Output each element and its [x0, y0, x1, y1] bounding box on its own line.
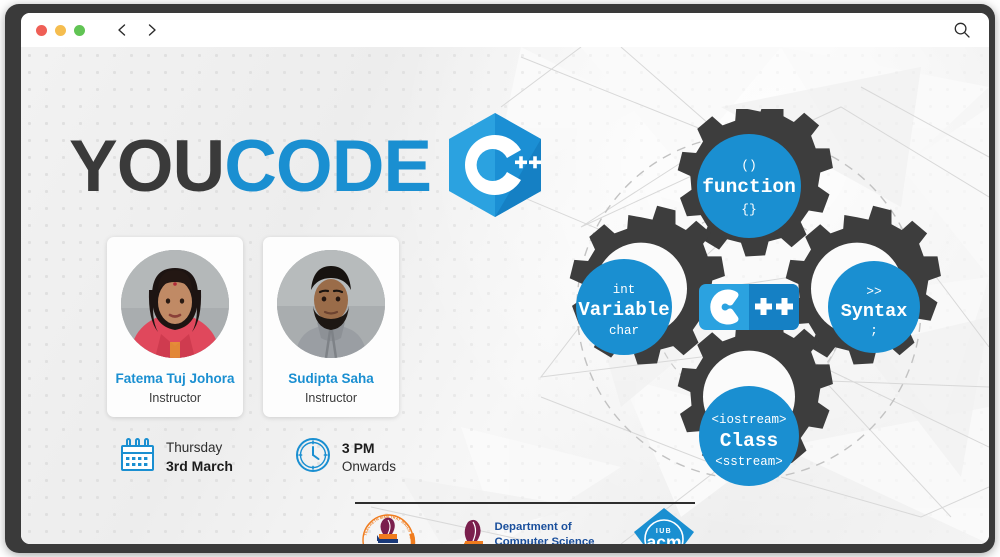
clock-icon — [295, 437, 331, 478]
cpp-center-badge — [699, 284, 799, 330]
event-info-row: Thursday 3rd March 3 PM Onwards — [121, 437, 396, 478]
title-bar — [21, 13, 989, 47]
title-code: CODE — [224, 126, 432, 207]
instructor-name: Fatema Tuj Johora — [115, 371, 235, 386]
svg-text:IUB: IUB — [379, 544, 397, 545]
close-button[interactable] — [36, 24, 47, 36]
event-time: 3 PM Onwards — [295, 437, 396, 478]
svg-text:Syntax: Syntax — [841, 301, 908, 322]
svg-text:>>: >> — [866, 284, 882, 299]
svg-text:<sstream>: <sstream> — [715, 455, 783, 469]
instructor-role: Instructor — [148, 391, 202, 405]
minimize-button[interactable] — [55, 24, 66, 36]
search-icon[interactable] — [953, 21, 971, 39]
svg-text:(): () — [741, 158, 757, 173]
svg-text:Class: Class — [720, 430, 779, 452]
dept-flame-icon: IUB — [459, 518, 487, 544]
iub-acm-logo-icon: IUB acm STUDENT CHAPTER — [633, 507, 695, 545]
cse-department-logo: IUB Department of Computer Science and E… — [459, 518, 595, 544]
date-value: 3rd March — [166, 458, 233, 475]
svg-text:acm: acm — [646, 532, 681, 545]
footer-divider-top — [355, 502, 695, 504]
time-value: 3 PM — [341, 440, 375, 457]
svg-text:;: ; — [870, 323, 878, 338]
poster-canvas: YOUCODE Fatema Tuj Johora Instructor Sud… — [21, 47, 989, 544]
maximize-button[interactable] — [74, 24, 85, 36]
instructor-card[interactable]: Sudipta Saha Instructor — [263, 237, 399, 417]
dept-line-2: Computer Science — [494, 535, 595, 544]
forward-chevron-icon[interactable] — [145, 23, 159, 37]
iub-seal-logo-icon: IUB INDEPENDENT UNIVERSITY TEACHETH MAN … — [353, 505, 421, 545]
title-you: YOU — [69, 126, 225, 207]
svg-text:{}: {} — [741, 202, 757, 217]
footer-logos: IUB INDEPENDENT UNIVERSITY TEACHETH MAN … — [353, 505, 695, 545]
calendar-icon — [121, 437, 155, 478]
navigation-controls — [115, 23, 159, 37]
instructor-role: Instructor — [304, 391, 358, 405]
event-date: Thursday 3rd March — [121, 437, 233, 478]
window-content: YOUCODE Fatema Tuj Johora Instructor Sud… — [21, 13, 989, 544]
poster-title: YOUCODE — [69, 109, 545, 224]
svg-text:function: function — [702, 176, 796, 198]
time-suffix: Onwards — [341, 458, 396, 474]
gear-diagram: () function {} int Variable char >> Synt… — [521, 97, 961, 499]
instructor-cards: Fatema Tuj Johora Instructor Sudipta Sah… — [107, 237, 399, 417]
svg-text:Variable: Variable — [578, 299, 669, 321]
date-weekday: Thursday — [166, 440, 223, 456]
back-chevron-icon[interactable] — [115, 23, 129, 37]
instructor-card[interactable]: Fatema Tuj Johora Instructor — [107, 237, 243, 417]
svg-text:char: char — [609, 324, 639, 338]
instructor-name: Sudipta Saha — [288, 371, 374, 386]
avatar — [121, 250, 229, 358]
avatar — [277, 250, 385, 358]
traffic-lights — [36, 24, 85, 36]
browser-window-frame: YOUCODE Fatema Tuj Johora Instructor Sud… — [5, 4, 995, 553]
dept-line-1: Department of — [494, 521, 572, 534]
svg-text:int: int — [613, 283, 636, 297]
svg-text:<iostream>: <iostream> — [711, 413, 786, 427]
